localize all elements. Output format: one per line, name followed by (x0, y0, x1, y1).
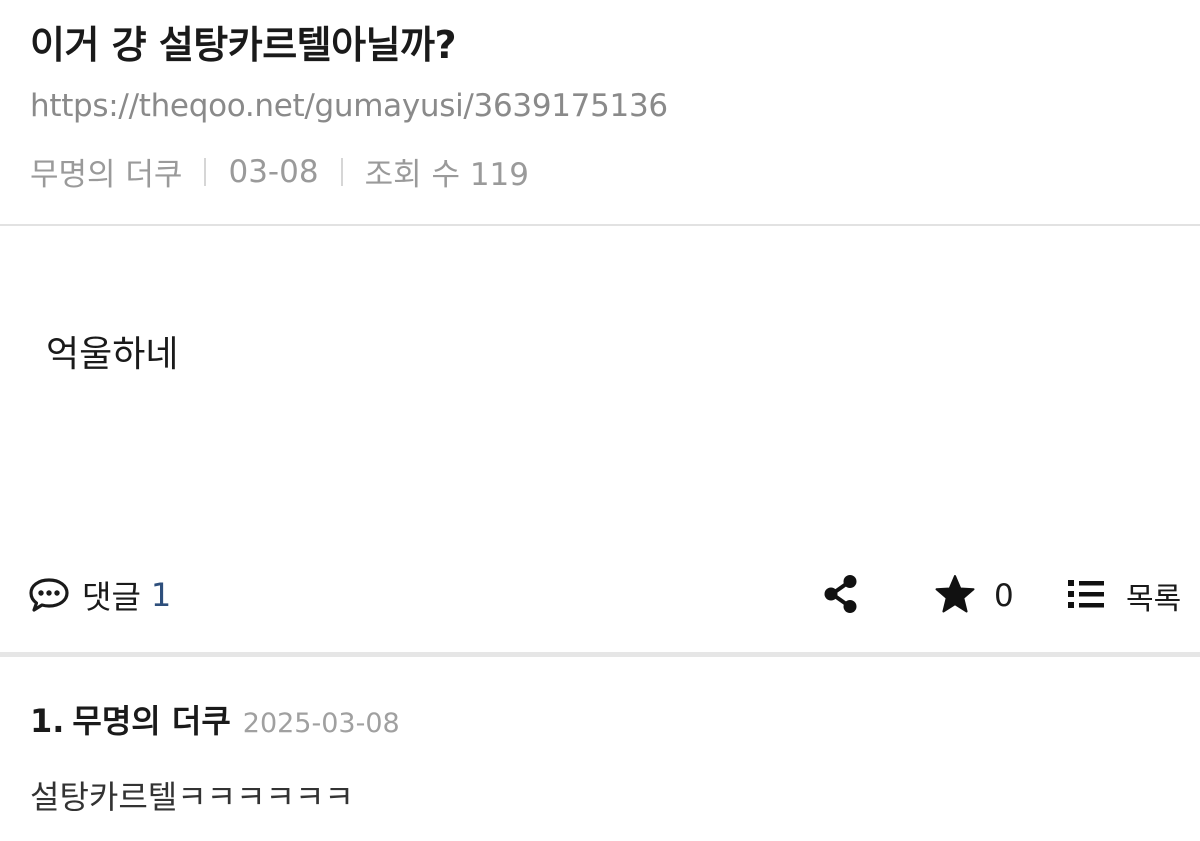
comment-label: 댓글 (82, 578, 141, 616)
favorite-count: 0 (994, 578, 1014, 614)
meta-divider (340, 157, 343, 186)
speech-bubble-icon (28, 577, 70, 613)
comment-text: 설탕카르텔ㅋㅋㅋㅋㅋㅋ (30, 778, 354, 816)
list-button[interactable]: 목록 (1066, 574, 1181, 618)
list-icon (1066, 577, 1106, 615)
post-body: 억울하네 (46, 334, 179, 375)
comment-date: 2025-03-08 (242, 708, 400, 739)
share-button[interactable] (822, 574, 862, 614)
favorite-button[interactable]: 0 (934, 574, 1014, 618)
post-meta: 무명의 더쿠 03-08 조회 수 119 (30, 149, 529, 194)
post-views: 조회 수 119 (364, 157, 529, 193)
star-icon (934, 574, 976, 618)
comment-author: 무명의 더쿠 (72, 702, 231, 740)
post-url[interactable]: https://theqoo.net/gumayusi/3639175136 (30, 88, 668, 124)
post-page: 이거 걍 설탕카르텔아닐까? https://theqoo.net/gumayu… (0, 0, 1200, 841)
comment-header: 1. 무명의 더쿠 2025-03-08 (30, 696, 1170, 742)
action-bar: 댓글 1 0 목록 (0, 562, 1200, 624)
meta-divider (204, 157, 207, 186)
post-author: 무명의 더쿠 (30, 157, 183, 193)
comment-item: 1. 무명의 더쿠 2025-03-08 설탕카르텔ㅋㅋㅋㅋㅋㅋ (30, 696, 1170, 818)
comment-count: 1 (150, 576, 172, 614)
post-title: 이거 걍 설탕카르텔아닐까? (30, 23, 457, 67)
post-date: 03-08 (228, 153, 319, 190)
share-icon (822, 575, 862, 618)
list-label: 목록 (1126, 582, 1182, 617)
comment-button[interactable]: 댓글 1 (28, 572, 171, 618)
comment-number: 1. (30, 702, 65, 740)
section-divider (0, 652, 1200, 657)
post-header: 이거 걍 설탕카르텔아닐까? https://theqoo.net/gumayu… (0, 0, 1200, 226)
